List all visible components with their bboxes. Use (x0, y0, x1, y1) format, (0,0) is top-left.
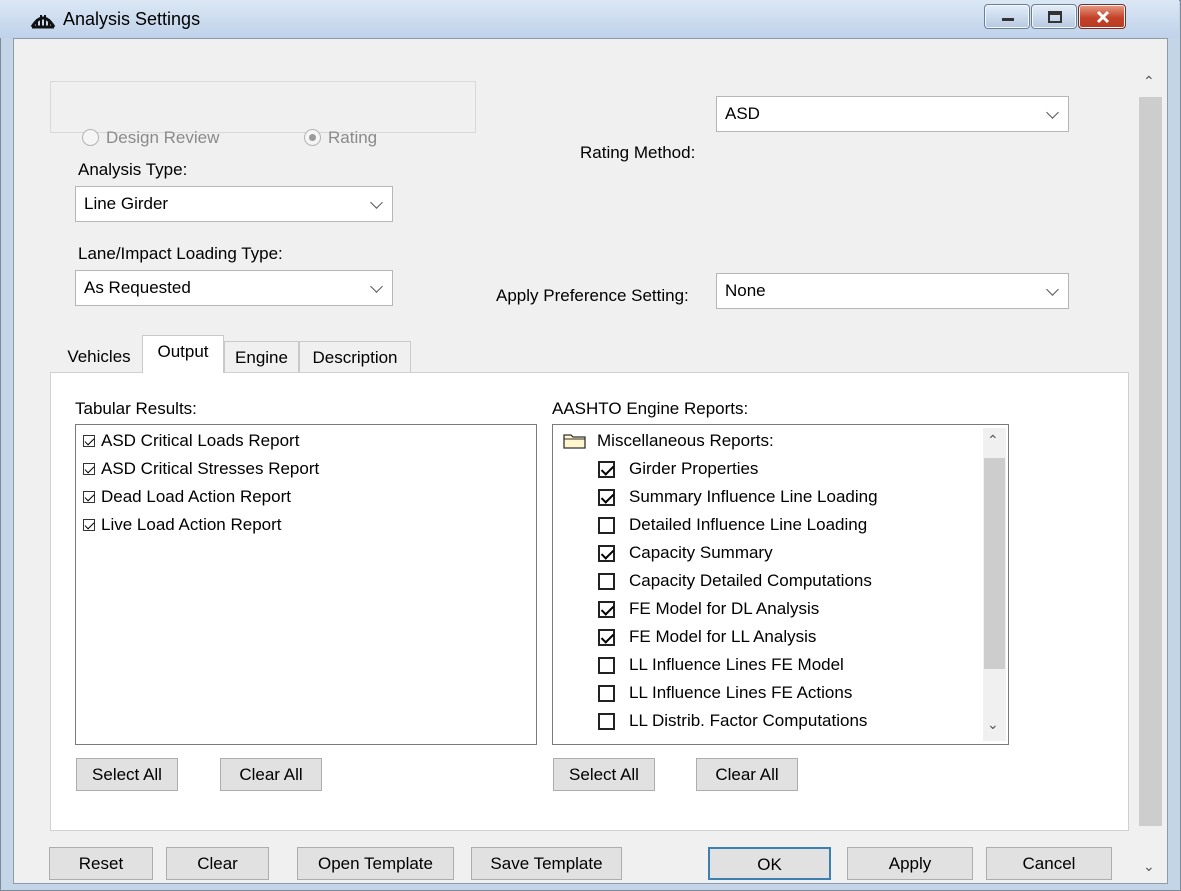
engine-report-checkbox[interactable] (598, 545, 615, 562)
folder-icon (563, 434, 586, 449)
engine-report-checkbox[interactable] (598, 713, 615, 730)
engine-report-label: Capacity Detailed Computations (629, 571, 872, 590)
engine-reports-label: AASHTO Engine Reports: (552, 399, 749, 418)
scroll-down-icon[interactable]: ⌄ (987, 716, 999, 733)
title-bar[interactable]: Analysis Settings (0, 0, 1179, 38)
minimize-icon (1002, 18, 1014, 21)
engine-report-label: Summary Influence Line Loading (629, 487, 878, 506)
open-template-button[interactable]: Open Template (297, 847, 454, 880)
tabular-checkbox[interactable] (83, 435, 95, 447)
chevron-down-icon (1046, 283, 1059, 296)
tabular-item-label: ASD Critical Loads Report (101, 431, 300, 450)
rating-method-dropdown[interactable]: ASD (716, 96, 1069, 132)
design-review-radio[interactable] (82, 129, 99, 146)
engine-report-label: Detailed Influence Line Loading (629, 515, 868, 534)
engine-report-checkbox[interactable] (598, 461, 615, 478)
engine-select-all-button[interactable]: Select All (553, 758, 655, 791)
engine-report-checkbox[interactable] (598, 629, 615, 646)
engine-reports-scrollbar-thumb[interactable] (984, 458, 1005, 669)
save-template-button[interactable]: Save Template (471, 847, 622, 880)
mode-group (50, 81, 476, 133)
analysis-type-dropdown[interactable]: Line Girder (75, 186, 393, 222)
lane-impact-value: As Requested (84, 278, 191, 297)
tabular-checkbox[interactable] (83, 519, 95, 531)
engine-report-label: FE Model for LL Analysis (629, 627, 817, 646)
reset-button[interactable]: Reset (49, 847, 153, 880)
tabular-item-label: Live Load Action Report (101, 515, 282, 534)
maximize-icon (1048, 11, 1062, 23)
window-title: Analysis Settings (63, 9, 201, 29)
close-icon (1096, 10, 1110, 24)
tabular-item-label: Dead Load Action Report (101, 487, 291, 506)
tabular-clear-all-button[interactable]: Clear All (220, 758, 322, 791)
preference-dropdown[interactable]: None (716, 273, 1069, 309)
maximize-button[interactable] (1031, 4, 1077, 29)
rating-method-label: Rating Method: (580, 143, 696, 162)
engine-report-checkbox[interactable] (598, 573, 615, 590)
chevron-down-icon (370, 280, 383, 293)
tabular-item-label: ASD Critical Stresses Report (101, 459, 320, 478)
scroll-down-icon[interactable]: ⌄ (1143, 858, 1155, 875)
cancel-button[interactable]: Cancel (986, 847, 1112, 880)
tab-description[interactable]: Description (299, 341, 411, 372)
folder-label: Miscellaneous Reports: (597, 431, 774, 450)
engine-report-checkbox[interactable] (598, 657, 615, 674)
rating-method-value: ASD (725, 104, 760, 123)
scroll-up-icon[interactable]: ⌃ (1143, 73, 1155, 90)
engine-report-checkbox[interactable] (598, 601, 615, 618)
engine-report-label: LL Influence Lines FE Model (629, 655, 844, 674)
engine-report-label: FE Model for DL Analysis (629, 599, 820, 618)
analysis-type-value: Line Girder (84, 194, 169, 213)
lane-impact-dropdown[interactable]: As Requested (75, 270, 393, 306)
engine-report-label: Girder Properties (629, 459, 759, 478)
minimize-button[interactable] (984, 4, 1030, 29)
vertical-scrollbar-thumb[interactable] (1139, 97, 1162, 826)
tabular-results-label: Tabular Results: (75, 399, 197, 418)
ok-button[interactable]: OK (708, 847, 831, 880)
engine-clear-all-button[interactable]: Clear All (696, 758, 798, 791)
engine-report-checkbox[interactable] (598, 685, 615, 702)
scroll-up-icon[interactable]: ⌃ (987, 432, 999, 449)
engine-report-label: LL Distrib. Factor Computations (629, 711, 868, 730)
chevron-down-icon (1046, 106, 1059, 119)
tab-output[interactable]: Output (142, 335, 224, 373)
engine-report-label: LL Influence Lines FE Actions (629, 683, 853, 702)
rating-label: Rating (328, 128, 378, 147)
lane-impact-label: Lane/Impact Loading Type: (78, 244, 283, 263)
design-review-label: Design Review (106, 128, 220, 147)
engine-report-checkbox[interactable] (598, 517, 615, 534)
clear-button[interactable]: Clear (166, 847, 269, 880)
preference-label: Apply Preference Setting: (496, 286, 689, 305)
apply-button[interactable]: Apply (847, 847, 973, 880)
engine-report-label: Capacity Summary (629, 543, 773, 562)
close-button[interactable] (1078, 4, 1126, 29)
engine-report-checkbox[interactable] (598, 489, 615, 506)
tab-vehicles[interactable]: Vehicles (59, 341, 139, 372)
tabular-checkbox[interactable] (83, 491, 95, 503)
tabular-checkbox[interactable] (83, 463, 95, 475)
bridge-icon (30, 15, 56, 29)
rating-radio[interactable] (304, 129, 321, 146)
preference-value: None (725, 281, 766, 300)
tabular-select-all-button[interactable]: Select All (76, 758, 178, 791)
tab-engine[interactable]: Engine (224, 341, 299, 372)
analysis-type-label: Analysis Type: (78, 160, 188, 179)
chevron-down-icon (370, 196, 383, 209)
